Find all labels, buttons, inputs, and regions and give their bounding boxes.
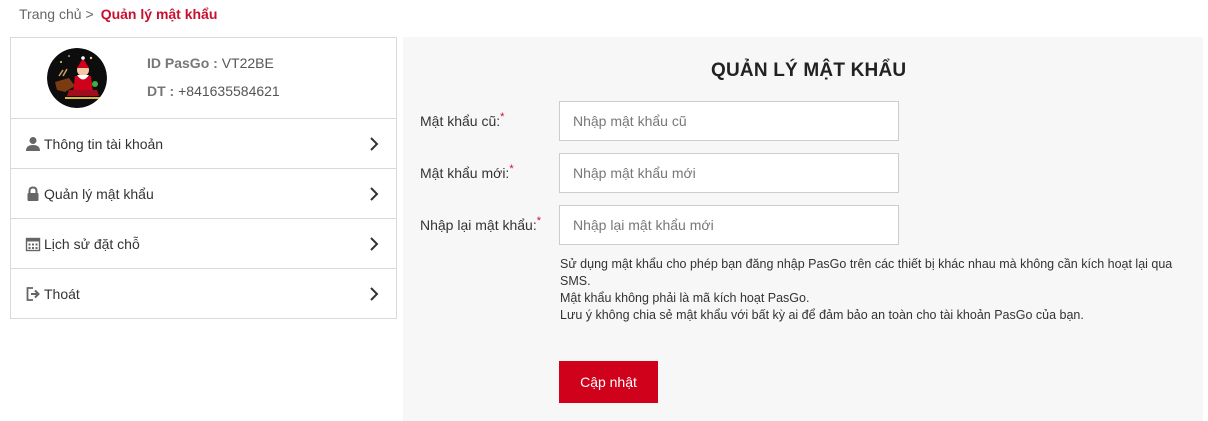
breadcrumb-home-link[interactable]: Trang chủ [19,5,82,23]
chevron-right-icon [368,286,380,302]
password-panel: QUẢN LÝ MẬT KHẨU Mật khẩu cũ:* Mật khẩu … [403,37,1203,421]
profile-phone: DT : +841635584621 [147,83,280,99]
sidebar-item-password[interactable]: Quản lý mật khẩu [11,169,396,219]
chevron-right-icon [368,136,380,152]
old-password-label-text: Mật khẩu cũ: [420,113,501,129]
confirm-password-label-text: Nhập lại mật khẩu: [420,217,537,233]
sidebar-item-booking-history[interactable]: Lịch sử đặt chỗ [11,219,396,269]
chevron-right-icon [368,186,380,202]
profile-card: ID PasGo : VT22BE DT : +841635584621 [11,38,396,119]
page-title: QUẢN LÝ MẬT KHẨU [711,60,907,81]
breadcrumb-current: Quản lý mật khẩu [100,6,218,22]
sidebar-item-label: Thông tin tài khoản [44,136,164,152]
required-mark: * [509,163,514,175]
new-password-label-text: Mật khẩu mới: [420,165,510,181]
old-password-label: Mật khẩu cũ:* [420,111,505,129]
sidebar-item-account-info[interactable]: Thông tin tài khoản [11,119,396,169]
chevron-right-icon [368,236,380,252]
sidebar-item-label: Thoát [44,286,80,302]
account-sidebar: ID PasGo : VT22BE DT : +841635584621 Thô… [10,37,397,319]
required-mark: * [536,215,542,227]
hint-line: Sử dụng mật khẩu cho phép bạn đăng nhập … [560,257,1173,288]
user-icon [25,136,41,152]
profile-id: ID PasGo : VT22BE [147,55,274,71]
confirm-password-label: Nhập lại mật khẩu:* [420,215,542,233]
sidebar-item-label: Lịch sử đặt chỗ [44,236,140,252]
profile-id-value: VT22BE [221,55,274,71]
new-password-label: Mật khẩu mới:* [420,163,514,181]
breadcrumb: Trang chủ > Quản lý mật khẩu [19,5,217,23]
old-password-input[interactable] [559,101,899,141]
sidebar-item-logout[interactable]: Thoát [11,269,396,319]
sidebar-item-label: Quản lý mật khẩu [44,186,154,202]
hint-line: Lưu ý không chia sẻ mật khẩu với bất kỳ … [560,308,1084,322]
update-button[interactable]: Cập nhật [559,361,658,403]
avatar [47,48,107,108]
profile-phone-label: DT : [147,83,175,99]
confirm-password-input[interactable] [559,205,899,245]
profile-phone-value: +841635584621 [178,83,280,99]
calendar-icon [25,236,41,252]
profile-id-label: ID PasGo : [147,55,218,71]
lock-icon [25,186,41,202]
new-password-input[interactable] [559,153,899,193]
logout-icon [25,286,41,302]
required-mark: * [500,111,505,123]
breadcrumb-separator: > [85,6,94,22]
password-hint: Sử dụng mật khẩu cho phép bạn đăng nhập … [560,256,1200,324]
hint-line: Mật khẩu không phải là mã kích hoạt PasG… [560,291,810,305]
